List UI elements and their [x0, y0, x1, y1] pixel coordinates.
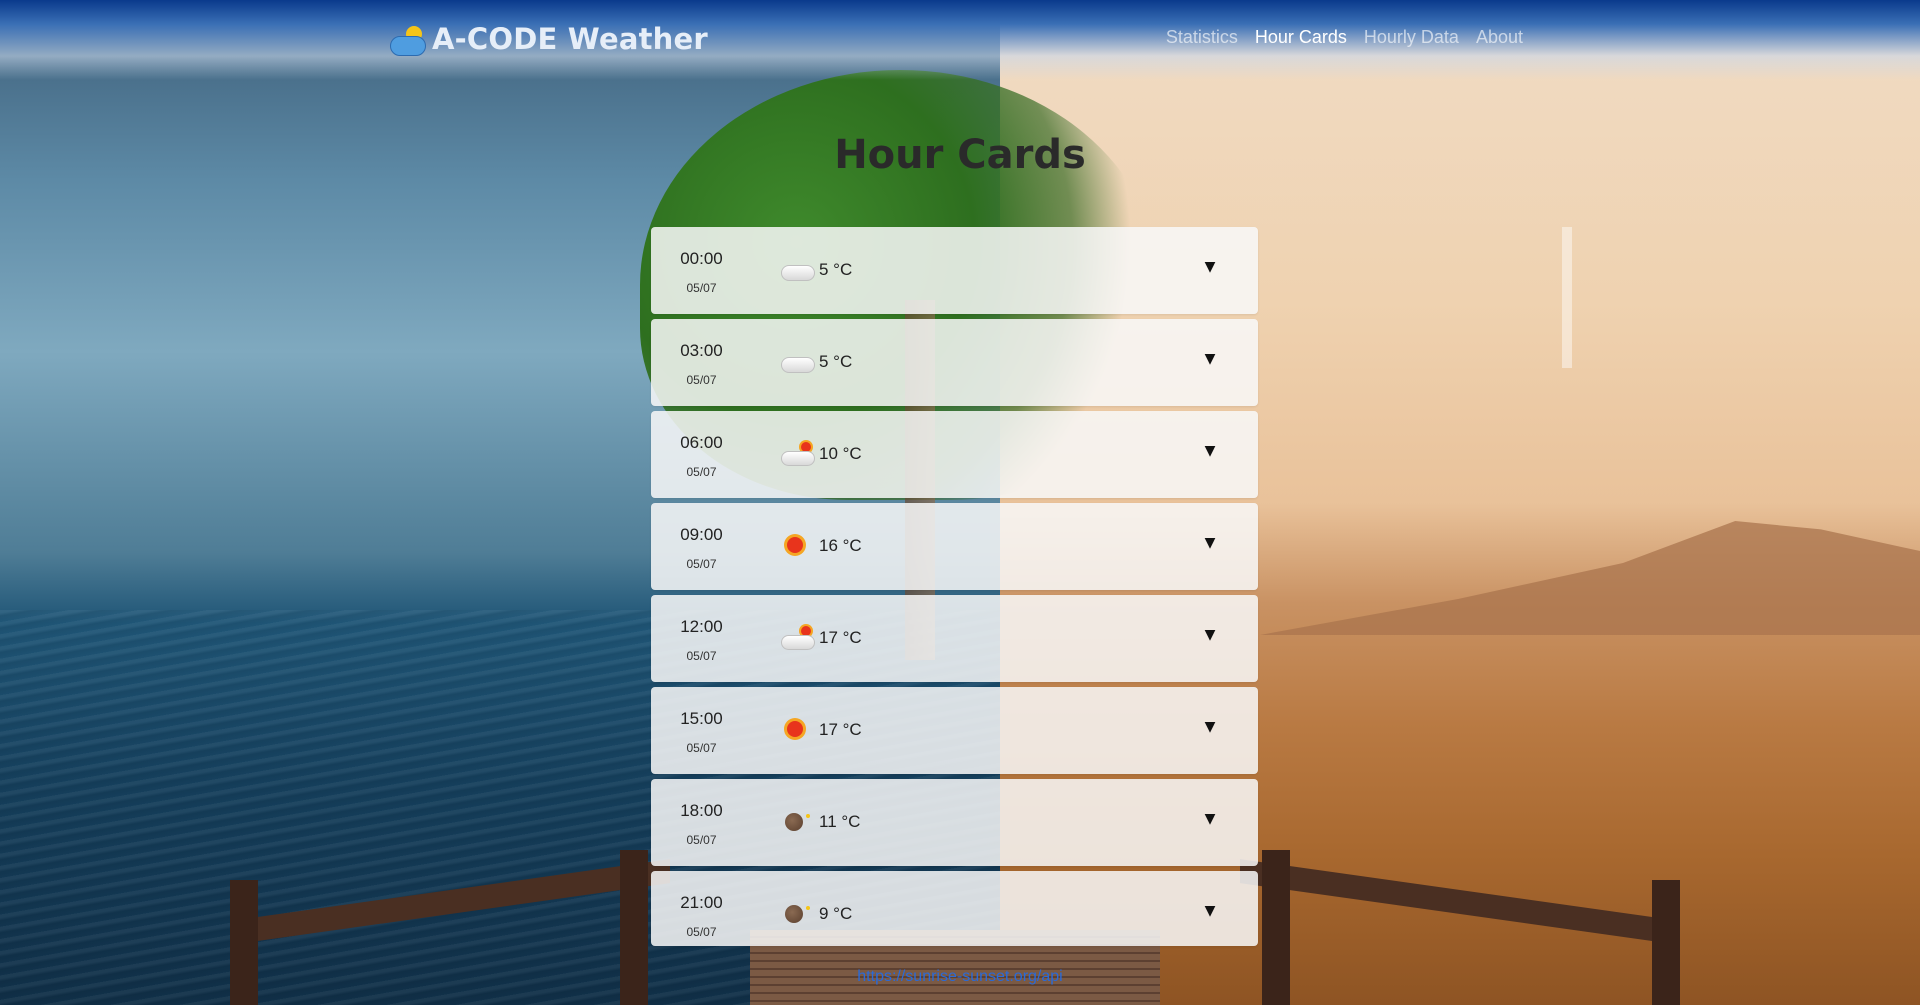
pier-post [1652, 880, 1680, 1005]
card-temperature: 17 °C [819, 720, 862, 739]
brand-name: A-CODE Weather [432, 22, 708, 56]
expand-toggle-icon[interactable]: ▼ [1202, 443, 1218, 459]
sun-cloud-icon [388, 22, 428, 56]
card-time: 18:00 [680, 801, 723, 820]
card-date: 05/07 [686, 281, 717, 295]
partly-cloudy-icon [779, 623, 815, 653]
expand-toggle-icon[interactable]: ▼ [1202, 351, 1218, 367]
card-temperature: 11 °C [819, 812, 861, 831]
nav-statistics[interactable]: Statistics [1166, 27, 1238, 48]
expand-toggle-icon[interactable]: ▼ [1202, 535, 1218, 551]
hour-card[interactable]: 12:00 05/07 17 °C ▼ [651, 595, 1258, 682]
partly-cloudy-icon [779, 439, 815, 469]
api-source-link[interactable]: https://sunrise-sunset.org/api [0, 968, 1920, 986]
cloud-icon [779, 347, 815, 377]
hour-card[interactable]: 18:00 05/07 11 °C ▼ [651, 779, 1258, 866]
hour-card[interactable]: 09:00 05/07 16 °C ▼ [651, 503, 1258, 590]
hour-card[interactable]: 06:00 05/07 10 °C ▼ [651, 411, 1258, 498]
card-time: 15:00 [680, 709, 723, 728]
expand-toggle-icon[interactable]: ▼ [1202, 719, 1218, 735]
expand-toggle-icon[interactable]: ▼ [1202, 903, 1218, 919]
expand-toggle-icon[interactable]: ▼ [1202, 811, 1218, 827]
nav-hour-cards[interactable]: Hour Cards [1255, 27, 1347, 48]
card-date: 05/07 [686, 373, 717, 387]
card-time: 03:00 [680, 341, 723, 360]
scroll-indicator [1562, 227, 1572, 368]
sun-icon [779, 715, 815, 745]
card-time: 12:00 [680, 617, 723, 636]
hour-card-list: 00:00 05/07 5 °C ▼ 03:00 05/07 5 °C ▼ 06… [651, 227, 1258, 951]
sun-icon [779, 531, 815, 561]
expand-toggle-icon[interactable]: ▼ [1202, 259, 1218, 275]
card-temperature: 17 °C [819, 628, 862, 647]
pier-rail-left [230, 859, 670, 945]
card-date: 05/07 [686, 833, 717, 847]
top-navbar: A-CODE Weather Statistics Hour Cards Hou… [0, 0, 1920, 80]
main-nav: Statistics Hour Cards Hourly Data About [1166, 27, 1523, 48]
card-temperature: 9 °C [819, 904, 853, 923]
card-temperature: 5 °C [819, 352, 853, 371]
nav-hourly-data[interactable]: Hourly Data [1364, 27, 1459, 48]
card-time: 09:00 [680, 525, 723, 544]
card-time: 06:00 [680, 433, 723, 452]
card-date: 05/07 [686, 741, 717, 755]
pier-rail-right [1240, 859, 1680, 945]
hour-card[interactable]: 15:00 05/07 17 °C ▼ [651, 687, 1258, 774]
card-temperature: 10 °C [819, 444, 862, 463]
page-title: Hour Cards [834, 132, 1086, 178]
nav-about[interactable]: About [1476, 27, 1523, 48]
card-time: 21:00 [680, 893, 723, 912]
brand[interactable]: A-CODE Weather [388, 18, 708, 60]
cloud-icon [779, 255, 815, 285]
card-temperature: 5 °C [819, 260, 853, 279]
moon-icon [779, 807, 815, 837]
card-temperature: 16 °C [819, 536, 862, 555]
pier-post [230, 880, 258, 1005]
hour-card[interactable]: 03:00 05/07 5 °C ▼ [651, 319, 1258, 406]
card-date: 05/07 [686, 465, 717, 479]
hour-card[interactable]: 21:00 05/07 9 °C ▼ [651, 871, 1258, 946]
moon-icon [779, 899, 815, 929]
card-date: 05/07 [686, 925, 717, 939]
card-date: 05/07 [686, 557, 717, 571]
hour-card[interactable]: 00:00 05/07 5 °C ▼ [651, 227, 1258, 314]
expand-toggle-icon[interactable]: ▼ [1202, 627, 1218, 643]
card-date: 05/07 [686, 649, 717, 663]
card-time: 00:00 [680, 249, 723, 268]
